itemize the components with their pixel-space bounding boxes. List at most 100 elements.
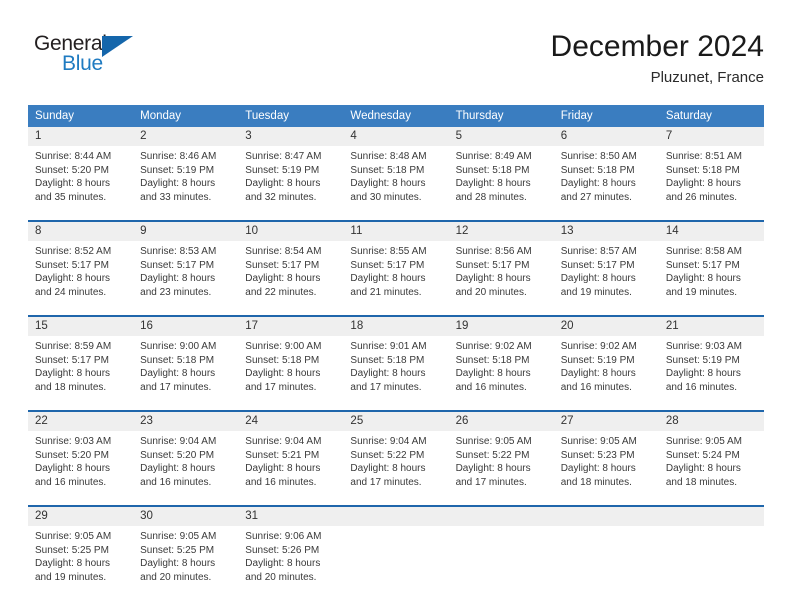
daylight-text-line2: and 20 minutes. (245, 571, 317, 583)
day-number-cell[interactable]: 5 (448, 127, 554, 146)
day-number-cell[interactable]: 3 (238, 127, 344, 146)
day-number-cell[interactable] (658, 507, 764, 526)
day-number-cell[interactable]: 21 (658, 317, 764, 336)
daylight-text-line2: and 17 minutes. (350, 476, 422, 488)
daylight-text-line2: and 28 minutes. (455, 191, 527, 203)
day-number-cell[interactable]: 26 (448, 412, 554, 431)
daylight-text-line1: Daylight: 8 hours (350, 368, 426, 379)
daylight-text-line1: Daylight: 8 hours (665, 273, 741, 284)
daylight-text-line2: and 17 minutes. (350, 381, 422, 393)
general-blue-logo[interactable]: General Blue (34, 32, 154, 84)
day-info-cell: Sunrise: 9:04 AM Sunset: 5:22 PM Daylight:… (343, 431, 449, 505)
sunrise-text: Sunrise: 9:03 AM (35, 436, 112, 447)
day-number-cell[interactable]: 10 (238, 222, 344, 241)
calendar-page: General Blue December 2024 Pluzunet, Fra… (0, 0, 792, 612)
day-number-cell[interactable]: 2 (133, 127, 239, 146)
daylight-text-line1: Daylight: 8 hours (350, 178, 426, 189)
day-number-cell[interactable]: 15 (28, 317, 134, 336)
sunrise-text: Sunrise: 8:59 AM (35, 341, 112, 352)
daylight-text-line2: and 18 minutes. (560, 476, 632, 488)
sunset-text: Sunset: 5:22 PM (455, 449, 530, 461)
daylight-text-line2: and 33 minutes. (140, 191, 212, 203)
daylight-text-line1: Daylight: 8 hours (455, 463, 531, 474)
day-number-row: 22 23 24 25 26 27 28 (28, 412, 764, 431)
sunrise-text: Sunrise: 9:02 AM (455, 341, 532, 352)
daylight-text-line2: and 24 minutes. (35, 286, 107, 298)
daylight-text-line1: Daylight: 8 hours (140, 178, 216, 189)
day-number-cell[interactable]: 24 (238, 412, 344, 431)
sunrise-text: Sunrise: 9:01 AM (350, 341, 427, 352)
sunset-text: Sunset: 5:19 PM (560, 354, 635, 366)
sunrise-text: Sunrise: 8:52 AM (35, 246, 112, 257)
day-info-row: Sunrise: 8:59 AM Sunset: 5:17 PM Daylight:… (28, 336, 764, 410)
daylight-text-line1: Daylight: 8 hours (35, 368, 111, 379)
day-number-cell[interactable]: 22 (28, 412, 134, 431)
sunset-text: Sunset: 5:18 PM (350, 164, 425, 176)
day-number-cell[interactable]: 9 (133, 222, 239, 241)
daylight-text-line1: Daylight: 8 hours (245, 558, 321, 569)
day-number-cell[interactable]: 29 (28, 507, 134, 526)
day-number-row: 1234567 (28, 127, 764, 146)
day-number-cell[interactable]: 8 (28, 222, 134, 241)
daylight-text-line1: Daylight: 8 hours (560, 368, 636, 379)
day-number-cell[interactable]: 14 (658, 222, 764, 241)
weekday-header-tuesday: Tuesday (238, 105, 344, 127)
day-number-cell[interactable]: 13 (553, 222, 659, 241)
sunset-text: Sunset: 5:18 PM (245, 354, 320, 366)
day-info-cell: Sunrise: 9:05 AM Sunset: 5:22 PM Daylight:… (448, 431, 554, 505)
day-number-cell[interactable]: 18 (343, 317, 449, 336)
day-number-cell[interactable] (343, 507, 449, 526)
sunrise-text: Sunrise: 8:57 AM (560, 246, 637, 257)
day-number-cell[interactable]: 23 (133, 412, 239, 431)
day-number-cell[interactable]: 1 (28, 127, 134, 146)
day-info-cell: Sunrise: 8:51 AM Sunset: 5:18 PM Daylight:… (658, 146, 764, 220)
day-number-cell[interactable]: 20 (553, 317, 659, 336)
day-number-cell[interactable]: 25 (343, 412, 449, 431)
sunset-text: Sunset: 5:18 PM (350, 354, 425, 366)
weekday-header-saturday: Saturday (658, 105, 764, 127)
day-number-cell[interactable]: 16 (133, 317, 239, 336)
sunset-text: Sunset: 5:18 PM (665, 164, 740, 176)
day-info-row: Sunrise: 9:05 AM Sunset: 5:25 PM Daylight:… (28, 526, 764, 600)
day-info-cell: Sunrise: 8:59 AM Sunset: 5:17 PM Daylight:… (28, 336, 134, 410)
sunset-text: Sunset: 5:17 PM (350, 259, 425, 271)
day-number-cell[interactable]: 28 (658, 412, 764, 431)
day-number-cell[interactable]: 7 (658, 127, 764, 146)
sunrise-text: Sunrise: 9:00 AM (140, 341, 217, 352)
day-number-cell[interactable] (448, 507, 554, 526)
sunrise-text: Sunrise: 9:02 AM (560, 341, 637, 352)
daylight-text-line1: Daylight: 8 hours (35, 558, 111, 569)
day-number-cell[interactable]: 17 (238, 317, 344, 336)
daylight-text-line1: Daylight: 8 hours (350, 463, 426, 474)
sunset-text: Sunset: 5:17 PM (455, 259, 530, 271)
sunset-text: Sunset: 5:19 PM (245, 164, 320, 176)
day-number-cell[interactable]: 27 (553, 412, 659, 431)
day-number-cell[interactable]: 30 (133, 507, 239, 526)
sunrise-text: Sunrise: 8:48 AM (350, 151, 427, 162)
daylight-text-line2: and 19 minutes. (665, 286, 738, 298)
day-number-cell[interactable]: 6 (553, 127, 659, 146)
day-number-cell[interactable]: 11 (343, 222, 449, 241)
day-number-cell[interactable]: 12 (448, 222, 554, 241)
sunset-text: Sunset: 5:18 PM (455, 354, 530, 366)
day-number-cell[interactable]: 4 (343, 127, 449, 146)
sunrise-text: Sunrise: 8:58 AM (665, 246, 742, 257)
daylight-text-line2: and 16 minutes. (140, 476, 212, 488)
calendar-header-row: Sunday Monday Tuesday Wednesday Thursday… (28, 105, 764, 127)
sunset-text: Sunset: 5:20 PM (140, 449, 215, 461)
day-number-cell[interactable]: 31 (238, 507, 344, 526)
sunset-text: Sunset: 5:19 PM (665, 354, 740, 366)
daylight-text-line1: Daylight: 8 hours (35, 178, 111, 189)
day-number-cell[interactable]: 19 (448, 317, 554, 336)
daylight-text-line1: Daylight: 8 hours (350, 273, 426, 284)
daylight-text-line2: and 23 minutes. (140, 286, 212, 298)
page-header: General Blue December 2024 Pluzunet, Fra… (28, 28, 764, 94)
sunrise-text: Sunrise: 9:05 AM (35, 531, 112, 542)
day-number-cell[interactable] (553, 507, 659, 526)
day-info-cell: Sunrise: 8:49 AM Sunset: 5:18 PM Daylight:… (448, 146, 554, 220)
daylight-text-line1: Daylight: 8 hours (455, 368, 531, 379)
daylight-text-line1: Daylight: 8 hours (665, 178, 741, 189)
sunset-text: Sunset: 5:25 PM (35, 544, 109, 556)
daylight-text-line2: and 20 minutes. (140, 571, 212, 583)
day-info-cell: Sunrise: 9:03 AM Sunset: 5:20 PM Daylight:… (28, 431, 134, 505)
